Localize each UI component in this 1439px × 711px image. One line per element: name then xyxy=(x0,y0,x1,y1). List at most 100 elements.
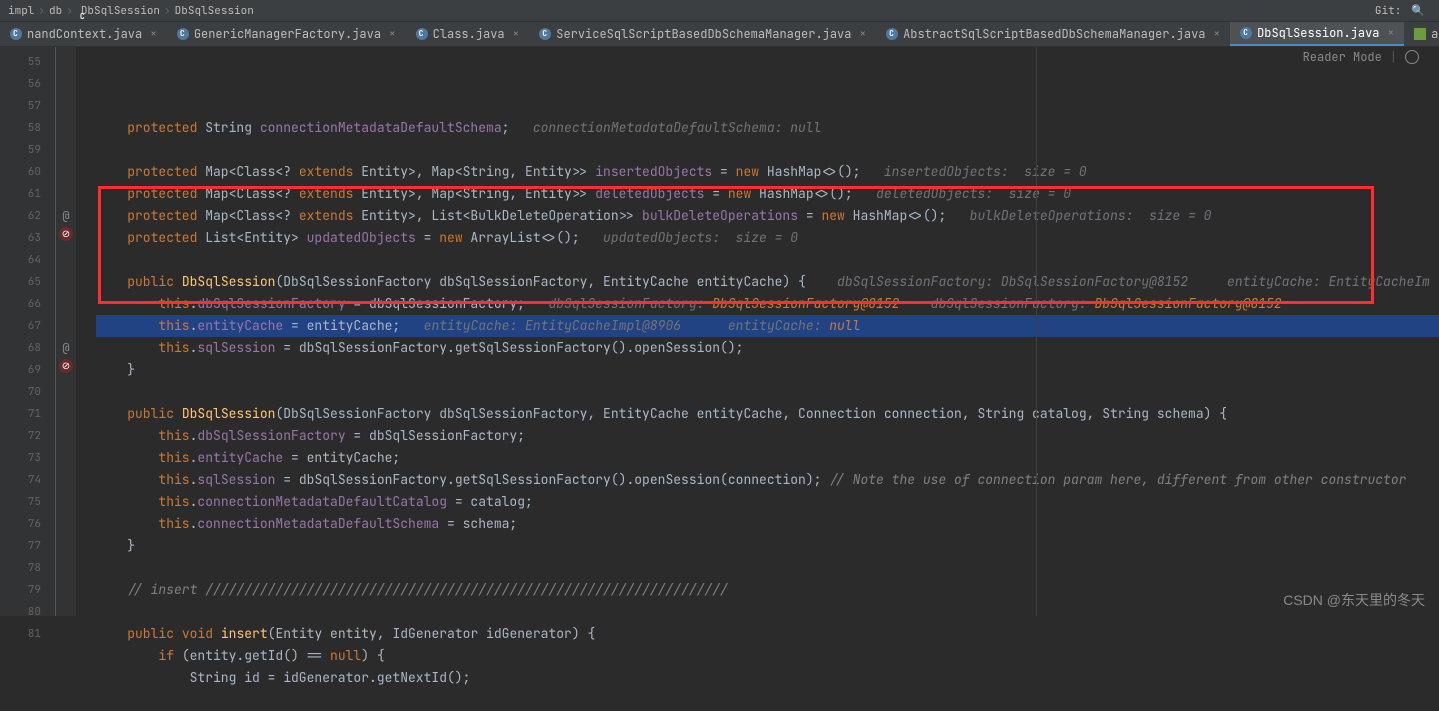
line-number[interactable]: 57 xyxy=(0,95,41,117)
line-number[interactable]: 75 xyxy=(0,491,41,513)
code-line[interactable]: this.entityCache = entityCache; xyxy=(96,447,1439,469)
line-number[interactable]: 72 xyxy=(0,425,41,447)
code-line[interactable]: public void insert(Entity entity, IdGene… xyxy=(96,623,1439,645)
breadcrumb-sep: › xyxy=(164,4,171,18)
code-line[interactable] xyxy=(96,249,1439,271)
code-line[interactable]: this.sqlSession = dbSqlSessionFactory.ge… xyxy=(96,469,1439,491)
line-number[interactable]: 65 xyxy=(0,271,41,293)
breadcrumb-seg[interactable]: db xyxy=(49,4,62,18)
git-label[interactable]: Git: xyxy=(1375,4,1401,18)
breadcrumb-seg[interactable]: impl xyxy=(8,4,34,18)
code-line[interactable]: public DbSqlSession(DbSqlSessionFactory … xyxy=(96,271,1439,293)
line-number[interactable]: 58 xyxy=(0,117,41,139)
code-line[interactable]: this.connectionMetadataDefaultSchema = s… xyxy=(96,513,1439,535)
gutter-icon[interactable]: @ xyxy=(59,205,73,219)
gutter-icon[interactable]: ⊘ xyxy=(59,227,73,241)
code-line[interactable]: protected List<Entity> updatedObjects = … xyxy=(96,227,1439,249)
code-area[interactable]: protected String connectionMetadataDefau… xyxy=(76,47,1439,616)
breadcrumb: impl › db › DbSqlSession › DbSqlSession … xyxy=(0,0,1439,22)
tab-label: AbstractSqlScriptBasedDbSchemaManager.ja… xyxy=(903,26,1205,42)
tab-label: nandContext.java xyxy=(27,26,142,42)
line-number[interactable]: 80 xyxy=(0,601,41,623)
tab-label: application-dev.yml xyxy=(1431,26,1439,42)
line-number[interactable]: 64 xyxy=(0,249,41,271)
code-line[interactable] xyxy=(96,139,1439,161)
line-number[interactable]: 61 xyxy=(0,183,41,205)
line-number[interactable]: 67 xyxy=(0,315,41,337)
code-line[interactable] xyxy=(96,601,1439,623)
code-line[interactable]: this.connectionMetadataDefaultCatalog = … xyxy=(96,491,1439,513)
code-line[interactable] xyxy=(96,557,1439,579)
line-number[interactable]: 55 xyxy=(0,51,41,73)
close-icon[interactable]: × xyxy=(386,27,396,41)
tab-dbsqlsession[interactable]: DbSqlSession.java × xyxy=(1230,22,1404,46)
tab-label: DbSqlSession.java xyxy=(1257,25,1379,41)
yml-icon xyxy=(1414,28,1426,40)
line-number[interactable]: 79 xyxy=(0,579,41,601)
editor: 5556575859606162636465666768697071727374… xyxy=(0,47,1439,616)
line-number[interactable]: 73 xyxy=(0,447,41,469)
code-line[interactable]: protected Map<Class<? extends Entity>, M… xyxy=(96,161,1439,183)
line-number[interactable]: 68 xyxy=(0,337,41,359)
code-line[interactable]: // insert //////////////////////////////… xyxy=(96,579,1439,601)
code-line[interactable]: protected Map<Class<? extends Entity>, L… xyxy=(96,205,1439,227)
code-line[interactable]: this.dbSqlSessionFactory = dbSqlSessionF… xyxy=(96,425,1439,447)
gutter-icon[interactable]: ⊘ xyxy=(59,359,73,373)
vertical-ruler xyxy=(1036,47,1037,616)
close-icon[interactable]: × xyxy=(856,27,866,41)
line-number[interactable]: 74 xyxy=(0,469,41,491)
tab-label: GenericManagerFactory.java xyxy=(194,26,381,42)
watermark: CSDN @东天里的冬天 xyxy=(1283,590,1425,610)
code-line[interactable]: protected Map<Class<? extends Entity>, M… xyxy=(96,183,1439,205)
search-icon[interactable]: 🔍 xyxy=(1405,4,1431,18)
tab-nandcontext[interactable]: nandContext.java × xyxy=(0,22,167,46)
close-icon[interactable]: × xyxy=(510,27,520,41)
code-line[interactable] xyxy=(96,689,1439,711)
class-icon xyxy=(177,28,189,40)
tab-servicesqlscript[interactable]: ServiceSqlScriptBasedDbSchemaManager.jav… xyxy=(529,22,876,46)
class-icon xyxy=(416,28,428,40)
line-number[interactable]: 66 xyxy=(0,293,41,315)
code-line[interactable]: if (entity.getId() == null) { xyxy=(96,645,1439,667)
line-number[interactable]: 77 xyxy=(0,535,41,557)
code-line[interactable] xyxy=(96,381,1439,403)
line-number[interactable]: 63 xyxy=(0,227,41,249)
code-line[interactable]: this.sqlSession = dbSqlSessionFactory.ge… xyxy=(96,337,1439,359)
tab-application-yml[interactable]: application-dev.yml × xyxy=(1404,22,1439,46)
line-number[interactable]: 71 xyxy=(0,403,41,425)
breadcrumb-sep: › xyxy=(66,4,73,18)
code-line[interactable]: } xyxy=(96,535,1439,557)
gutter-icons: @ ⊘ @ ⊘ xyxy=(56,47,76,616)
breadcrumb-seg[interactable]: DbSqlSession xyxy=(175,4,254,18)
line-number[interactable]: 60 xyxy=(0,161,41,183)
line-number[interactable]: 69 xyxy=(0,359,41,381)
line-number[interactable]: 76 xyxy=(0,513,41,535)
class-icon xyxy=(539,28,551,40)
line-number[interactable]: 56 xyxy=(0,73,41,95)
code-line[interactable]: } xyxy=(96,359,1439,381)
line-number[interactable]: 78 xyxy=(0,557,41,579)
line-number[interactable]: 70 xyxy=(0,381,41,403)
line-number[interactable]: 59 xyxy=(0,139,41,161)
line-number[interactable]: 62 xyxy=(0,205,41,227)
close-icon[interactable]: × xyxy=(1384,26,1394,40)
gutter-icon[interactable]: @ xyxy=(59,337,73,351)
tab-label: Class.java xyxy=(433,26,505,42)
breadcrumb-seg[interactable]: DbSqlSession xyxy=(81,4,160,18)
tab-label: ServiceSqlScriptBasedDbSchemaManager.jav… xyxy=(556,26,851,42)
close-icon[interactable]: × xyxy=(1210,27,1220,41)
class-icon xyxy=(10,28,22,40)
tab-abstractsqlscript[interactable]: AbstractSqlScriptBasedDbSchemaManager.ja… xyxy=(876,22,1230,46)
code-line[interactable]: this.entityCache = entityCache; entityCa… xyxy=(96,315,1439,337)
close-icon[interactable]: × xyxy=(147,27,157,41)
code-line[interactable]: String id = idGenerator.getNextId(); xyxy=(96,667,1439,689)
tab-genericmanagerfactory[interactable]: GenericManagerFactory.java × xyxy=(167,22,406,46)
code-line[interactable]: public DbSqlSession(DbSqlSessionFactory … xyxy=(96,403,1439,425)
breadcrumb-sep: › xyxy=(38,4,45,18)
code-line[interactable]: protected String connectionMetadataDefau… xyxy=(96,117,1439,139)
editor-tabs: nandContext.java × GenericManagerFactory… xyxy=(0,22,1439,47)
tab-class[interactable]: Class.java × xyxy=(406,22,530,46)
line-number[interactable]: 81 xyxy=(0,623,41,645)
class-icon xyxy=(886,28,898,40)
code-line[interactable]: this.dbSqlSessionFactory = dbSqlSessionF… xyxy=(96,293,1439,315)
